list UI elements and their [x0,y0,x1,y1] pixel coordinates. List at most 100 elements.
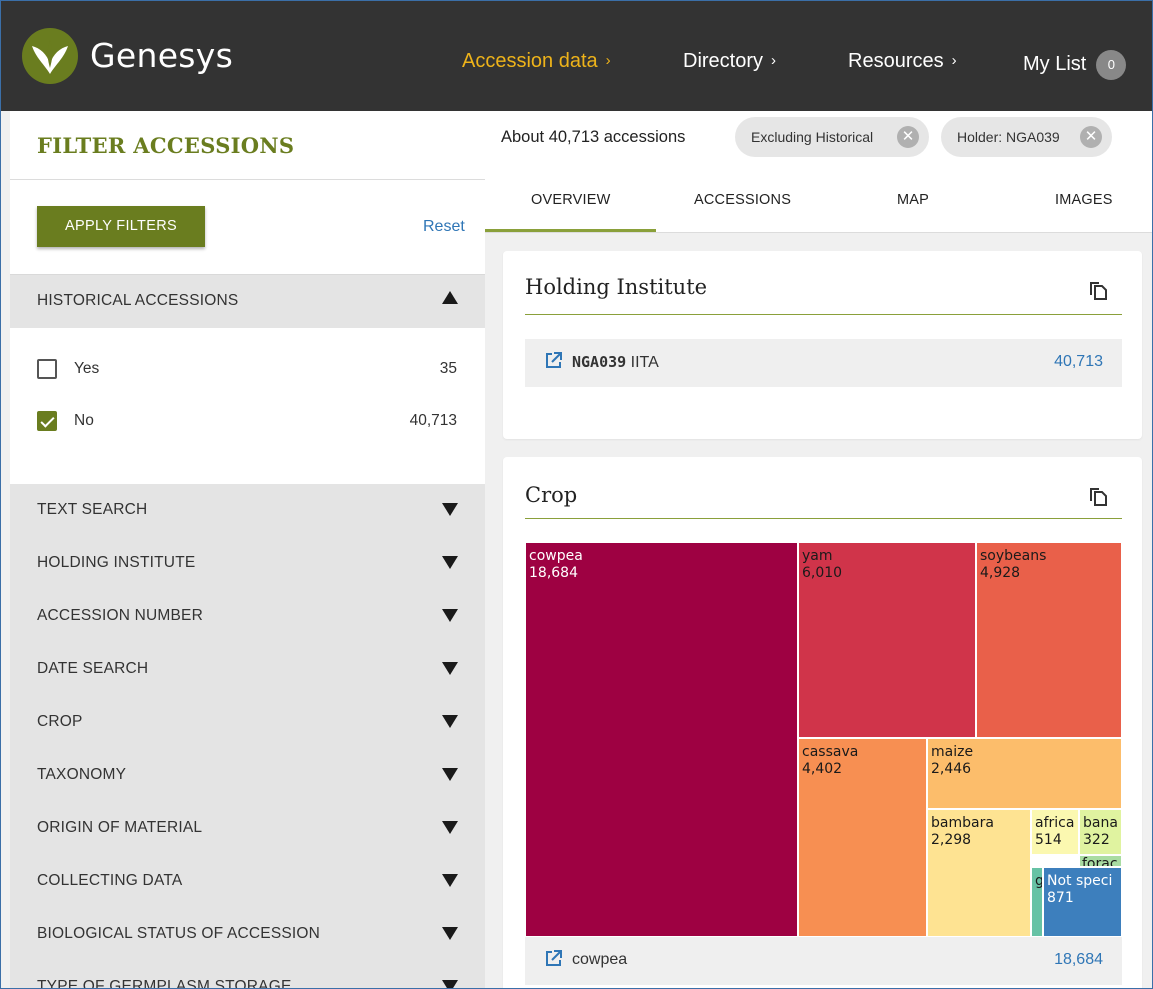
card-title: Crop [525,483,578,507]
treemap-cell-bana[interactable]: bana 322 [1079,809,1122,855]
treemap-cell-label: maize [931,744,974,760]
treemap-cell-label: cassava [802,744,859,760]
treemap-cell-label: yam [802,548,833,564]
section-accession-number[interactable]: ACCESSION NUMBER [10,590,485,643]
yes-checkbox[interactable] [37,359,57,379]
section-text-search[interactable]: TEXT SEARCH [10,484,485,537]
nav-resources[interactable]: Resources › [848,50,957,73]
selected-crop-name[interactable]: cowpea [572,951,627,969]
expand-arrow-icon [442,927,458,940]
chevron-right-icon: › [771,52,777,69]
section-label: HISTORICAL ACCESSIONS [37,292,239,309]
option-label: Yes [74,360,100,377]
top-navbar: Genesys Accession data › Directory › Resou… [0,0,1153,111]
treemap-cell-value: 4,928 [980,565,1021,581]
treemap-cell-soybeans[interactable]: soybeans 4,928 [976,542,1122,738]
treemap-cell-yam[interactable]: yam 6,010 [798,542,976,738]
option-label: No [74,412,94,429]
section-collecting-data[interactable]: COLLECTING DATA [10,855,485,908]
section-label: BIOLOGICAL STATUS OF ACCESSION [37,925,321,942]
treemap-cell-value: 322 [1083,832,1110,848]
section-origin-of-material[interactable]: ORIGIN OF MATERIAL [10,802,485,855]
divider [10,179,485,180]
genesys-logo-icon[interactable] [22,28,78,84]
treemap-cell-label: forac [1082,856,1118,867]
treemap-cell-not-speci[interactable]: Not speci 871 [1043,867,1122,937]
holding-institute-card: Holding Institute NGA039 IITA 40,713 [503,251,1142,439]
treemap-cell-label: Not speci [1047,873,1113,889]
tab-accessions[interactable]: ACCESSIONS [694,192,791,208]
treemap-cell-value: 514 [1035,832,1062,848]
treemap-cell-maize[interactable]: maize 2,446 [927,738,1122,809]
section-crop[interactable]: CROP [10,696,485,749]
section-label: HOLDING INSTITUTE [37,554,196,571]
section-taxonomy[interactable]: TAXONOMY [10,749,485,802]
tab-overview[interactable]: OVERVIEW [531,192,611,208]
treemap-cell-label: cowpea [529,548,583,564]
nav-accession-data-label: Accession data [462,50,598,72]
section-historical-accessions[interactable]: HISTORICAL ACCESSIONS [10,275,485,328]
no-checkbox-checked[interactable] [37,411,57,431]
treemap-cell-label: bana [1083,815,1118,831]
section-holding-institute[interactable]: HOLDING INSTITUTE [10,537,485,590]
nav-my-list-label: My List [1023,53,1087,75]
section-label: TAXONOMY [37,766,127,783]
expand-arrow-icon [442,874,458,887]
treemap-cell-forac[interactable]: forac [1079,855,1122,867]
expand-arrow-icon [442,556,458,569]
nav-resources-label: Resources [848,50,944,72]
reset-link[interactable]: Reset [423,218,465,236]
option-count: 40,713 [409,412,457,429]
historical-options: Yes 35 No 40,713 [10,328,485,484]
expand-arrow-icon [442,715,458,728]
tab-images[interactable]: IMAGES [1055,192,1113,208]
treemap-cell-value: 2,298 [931,832,972,848]
external-link-icon[interactable] [545,950,562,967]
filter-title: FILTER ACCESSIONS [37,133,295,158]
view-tabs: OVERVIEW ACCESSIONS MAP IMAGES [485,166,1153,233]
selected-crop-count[interactable]: 18,684 [1054,951,1103,969]
external-link-icon[interactable] [545,352,562,369]
filter-chip-holder[interactable]: Holder: NGA039 ✕ [941,117,1112,157]
option-count: 35 [439,360,457,377]
option-no[interactable]: No 40,713 [37,411,457,435]
chevron-right-icon: › [951,52,957,69]
tab-map[interactable]: MAP [897,192,929,208]
treemap-cell-value: 4,402 [802,761,843,777]
apply-filters-button[interactable]: APPLY FILTERS [37,206,205,247]
expand-arrow-icon [442,821,458,834]
institute-row[interactable]: NGA039 IITA 40,713 [525,339,1122,387]
option-yes[interactable]: Yes 35 [37,359,457,383]
selected-crop-row[interactable]: cowpea 18,684 [525,937,1122,985]
section-germplasm-storage[interactable]: TYPE OF GERMPLASM STORAGE [10,961,485,989]
copy-icon[interactable] [1087,485,1109,507]
chip-remove-icon[interactable]: ✕ [897,126,919,148]
chevron-right-icon: › [605,52,611,69]
expand-arrow-icon [442,768,458,781]
chip-remove-icon[interactable]: ✕ [1080,126,1102,148]
treemap-cell-cowpea[interactable]: cowpea 18,684 [525,542,798,937]
nav-my-list[interactable]: My List 0 [1023,50,1127,80]
copy-icon[interactable] [1087,279,1109,301]
nav-directory[interactable]: Directory › [683,50,776,73]
treemap-cell-bambara[interactable]: bambara 2,298 [927,809,1031,937]
treemap-cell-cassava[interactable]: cassava 4,402 [798,738,927,937]
brand-name[interactable]: Genesys [90,36,233,75]
treemap-cell-value: 871 [1047,890,1074,906]
treemap-cell-g[interactable]: g [1031,867,1043,937]
crop-treemap[interactable]: cowpea 18,684 yam 6,010 soybeans 4,928 cassava… [525,542,1122,937]
institute-count[interactable]: 40,713 [1054,353,1103,371]
filter-sidebar: FILTER ACCESSIONS APPLY FILTERS Reset HI… [10,111,485,989]
results-summary-bar: About 40,713 accessions Excluding Histor… [485,111,1153,166]
section-label: CROP [37,713,83,730]
section-date-search[interactable]: DATE SEARCH [10,643,485,696]
nav-directory-label: Directory [683,50,764,72]
treemap-cell-label: soybeans [980,548,1047,564]
filter-chip-excluding-historical[interactable]: Excluding Historical ✕ [735,117,929,157]
collapse-arrow-icon [442,291,458,304]
nav-accession-data[interactable]: Accession data › [462,50,611,73]
treemap-cell-africa[interactable]: africa 514 [1031,809,1079,855]
section-biological-status[interactable]: BIOLOGICAL STATUS OF ACCESSION [10,908,485,961]
institute-name[interactable]: NGA039 IITA [572,353,659,372]
treemap-cell-label: bambara [931,815,994,831]
